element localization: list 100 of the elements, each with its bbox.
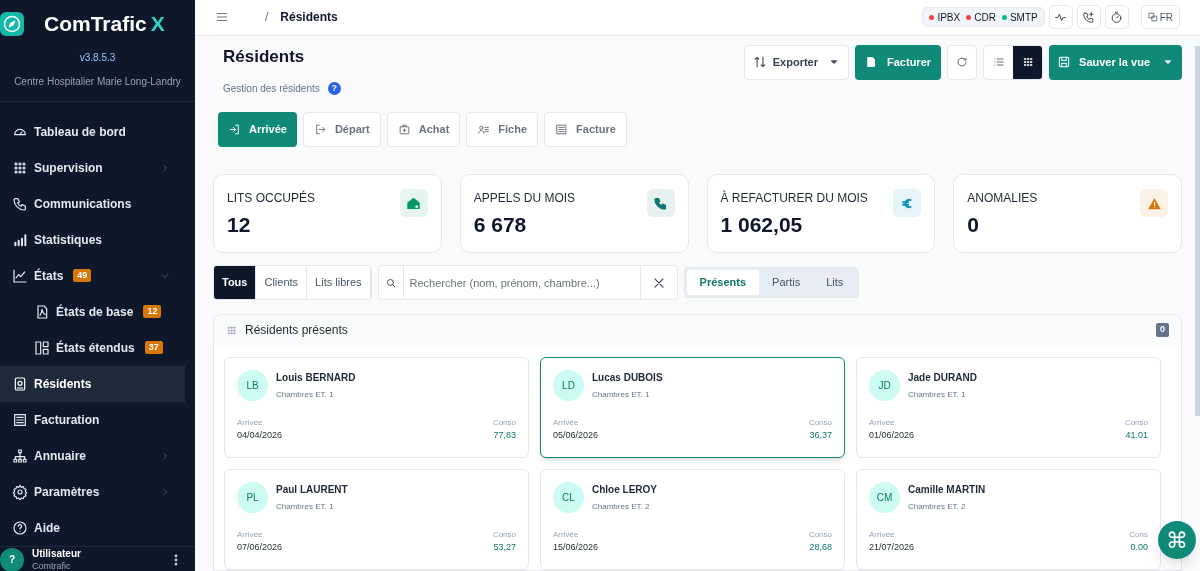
breadcrumb-separator: / [265, 9, 269, 27]
resident-card[interactable]: PL Paul LAURENT Chambres ET. 1 Arrivée 07/06/2026 Conso 53,27 [224, 469, 529, 570]
resident-name: Camille MARTIN [908, 483, 986, 497]
consumption-value: 41.01 [1125, 429, 1148, 441]
stat-value: 1 062,05 [720, 212, 804, 238]
sidebar-item[interactable]: Annuaire [0, 437, 185, 474]
stat-value: 0 [967, 212, 980, 238]
page-title: Résidents [223, 45, 306, 68]
arrival-date: 07/06/2026 [237, 541, 283, 553]
consumption-value: 53,27 [493, 541, 516, 553]
room-label: Chambres ET. 1 [276, 501, 335, 513]
resident-name: Paul LAURENT [276, 483, 348, 497]
action-button[interactable]: Facture [544, 112, 627, 147]
action-button[interactable]: Fiche [466, 112, 539, 147]
resident-name: Lucas DUBOIS [592, 371, 663, 385]
resident-card[interactable]: JD Jade DURAND Chambres ET. 1 Arrivée 01/06/2026 Conso 41.01 [856, 357, 1161, 458]
status-label: IPBX [937, 10, 961, 25]
resident-card[interactable]: CL Chloe LEROY Chambres ET. 2 Arrivée 15/06/2026 Conso 28,68 [540, 469, 845, 570]
room-label: Chambres ET. 2 [592, 501, 651, 513]
avatar: LD [553, 370, 584, 401]
timer-icon [1110, 10, 1124, 24]
organization-name: Centre Hospitalier Marie Long-Landry [14, 74, 181, 89]
resident-card[interactable]: LD Lucas DUBOIS Chambres ET. 1 Arrivée 05/06/2026 Conso 36,37 [540, 357, 845, 458]
sidebar-item[interactable]: Tableau de bord [0, 113, 185, 150]
sort-arrows-icon [752, 55, 767, 69]
count-badge: 49 [73, 269, 92, 282]
bill-button[interactable]: Facturer [855, 44, 942, 80]
panel-title: Résidents présents [245, 322, 348, 339]
sidebar-item[interactable]: Facturation [0, 401, 185, 438]
breadcrumb-item: Résidents [280, 9, 338, 27]
stat-value: 12 [227, 212, 252, 238]
sidebar-item[interactable]: États de base 12 [0, 293, 185, 330]
filter-segment[interactable]: Tous [214, 266, 257, 299]
action-button[interactable]: Arrivée [218, 112, 297, 147]
sidebar-item[interactable]: États étendus 37 [0, 329, 185, 366]
pdf-file-icon [865, 56, 878, 68]
document-icon [555, 123, 569, 136]
pdf-file-icon [34, 303, 50, 320]
search-input[interactable]: Rechercher (nom, prénom, chambre...) [403, 266, 640, 299]
version-label: v3.8.5.3 [79, 50, 116, 65]
resident-card[interactable]: CM Camille MARTIN Chambres ET. 2 Arrivée 21/07/2026 Cons 0.00 [856, 469, 1161, 570]
resident-name: Jade DURAND [908, 371, 977, 385]
activity-button[interactable] [1048, 5, 1073, 30]
user-avatar: ? [0, 547, 24, 571]
arrival-label: Arrivée [237, 529, 264, 541]
consumption-label: Cons [1129, 529, 1148, 541]
room-label: Chambres ET. 2 [908, 501, 967, 513]
sidebar-item[interactable]: Résidents [0, 365, 185, 402]
sidebar-item[interactable]: Aide [0, 509, 185, 546]
stat-label: À REFACTURER DU MOIS [720, 189, 868, 207]
consumption-label: Conso [492, 529, 516, 541]
sidebar-item[interactable]: Paramètres [0, 473, 185, 510]
layout-icon [34, 339, 50, 356]
contact-card-icon [477, 123, 491, 136]
call-button[interactable] [1076, 5, 1101, 30]
avatar: LB [237, 370, 268, 401]
sidebar-item[interactable]: Communications [0, 185, 185, 222]
consumption-label: Conso [1124, 417, 1148, 429]
arrival-label: Arrivée [553, 529, 580, 541]
enter-icon [228, 123, 241, 136]
arrival-label: Arrivée [237, 417, 264, 429]
count-badge: 12 [143, 305, 162, 318]
phone-icon [12, 195, 28, 212]
save-view-button[interactable]: Sauver la vue [1049, 44, 1182, 80]
sidebar-item[interactable]: Statistiques [0, 221, 185, 258]
page-subtitle: Gestion des résidents [223, 82, 320, 96]
arrival-date: 04/04/2026 [237, 429, 283, 441]
export-button[interactable]: Exporter [743, 44, 850, 80]
hierarchy-icon [12, 447, 28, 464]
filter-segment[interactable]: Clients [256, 266, 308, 299]
resident-card[interactable]: LB Louis BERNARD Chambres ET. 1 Arrivée 04/04/2026 Conso 77,83 [224, 357, 529, 458]
command-button[interactable]: ⌘ [1158, 521, 1196, 559]
stat-value: 6 678 [473, 212, 528, 238]
avatar: CL [553, 482, 584, 513]
sidebar-item[interactable]: États 49 [0, 257, 185, 294]
count-badge: 37 [144, 341, 163, 354]
search-field[interactable]: Rechercher (nom, prénom, chambre...) [377, 265, 678, 300]
avatar: PL [237, 482, 268, 513]
sidebar-item[interactable]: Supervision [0, 149, 185, 186]
brand-logo: ComTrafic X [44, 11, 165, 37]
resident-name: Chloe LEROY [592, 483, 657, 497]
filter-segment[interactable]: Lits libres [307, 266, 371, 299]
filter-tab[interactable]: Partis [759, 270, 814, 295]
arrival-date: 05/06/2026 [553, 429, 599, 441]
action-button[interactable]: Achat [386, 112, 461, 147]
room-label: Chambres ET. 1 [908, 389, 967, 401]
line-chart-icon [12, 267, 28, 284]
stat-label: ANOMALIES [967, 190, 1038, 207]
consumption-value: 0.00 [1130, 541, 1148, 553]
filter-tab[interactable]: Lits [813, 270, 857, 295]
phone-plus-icon [1082, 10, 1096, 24]
arrival-date: 01/06/2026 [869, 429, 915, 441]
action-button[interactable]: Départ [302, 112, 381, 147]
user-name: Utilisateur [32, 546, 81, 560]
filter-tab[interactable]: Présents [686, 270, 760, 295]
help-badge[interactable]: ? [327, 82, 341, 95]
arrival-label: Arrivée [869, 417, 896, 429]
grid-view-button[interactable] [1013, 45, 1043, 79]
timer-button[interactable] [1104, 5, 1129, 30]
language-button[interactable]: FR [1140, 5, 1180, 30]
